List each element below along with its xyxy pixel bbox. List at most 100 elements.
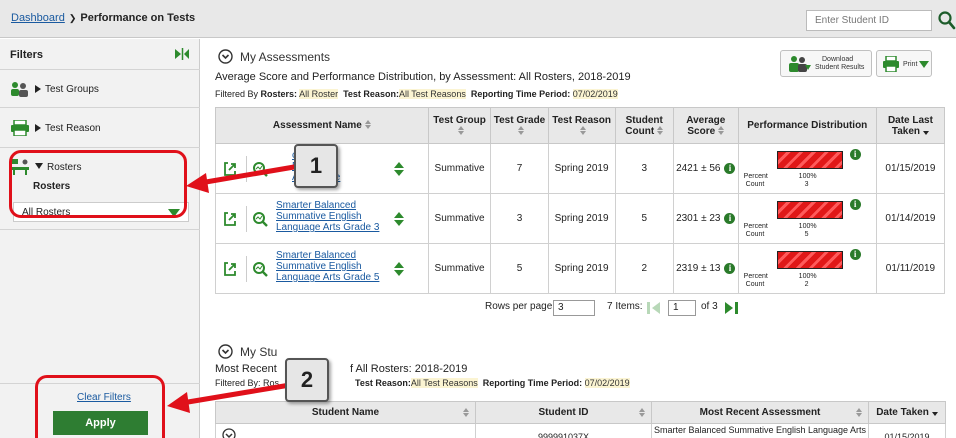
- count-value: 2: [804, 280, 809, 288]
- divider: [246, 256, 247, 282]
- sort-icon: [463, 408, 469, 418]
- percent-label: Percent: [743, 272, 768, 280]
- column-label: Assessment Name: [272, 120, 362, 131]
- most-recent-assessment-cell[interactable]: Smarter Balanced Summative English Langu…: [651, 423, 869, 438]
- reorder-icon[interactable]: [394, 162, 404, 176]
- column-label: Most Recent Assessment: [699, 407, 821, 418]
- printer-icon: [11, 120, 29, 136]
- section-label-test-reason: Test Reason: [45, 123, 101, 134]
- filter-key: Test Reason:: [343, 89, 399, 99]
- collapse-row-icon[interactable]: [222, 428, 236, 438]
- column-header-performance-distribution: Performance Distribution: [737, 107, 877, 144]
- magnifier-icon[interactable]: [252, 161, 268, 177]
- column-label: Date Taken: [876, 407, 929, 418]
- collapse-section-icon[interactable]: [218, 49, 233, 64]
- search-icon[interactable]: [936, 9, 956, 31]
- info-icon[interactable]: i: [849, 198, 861, 210]
- test-group-cell: Summative: [427, 193, 492, 244]
- next-page-icon[interactable]: [723, 300, 739, 316]
- magnifier-icon[interactable]: [252, 261, 268, 277]
- column-header-student-id[interactable]: Student ID: [475, 401, 652, 424]
- info-icon[interactable]: i: [849, 248, 861, 260]
- column-header-date-last-taken[interactable]: Date Last Taken: [875, 107, 946, 144]
- rows-per-page-label: Rows per page:: [485, 301, 556, 312]
- percent-value: 100%: [798, 222, 817, 230]
- test-group-cell: Summative: [427, 243, 492, 294]
- test-reason-cell: Spring 2019: [547, 143, 616, 194]
- count-label: Count: [745, 280, 765, 288]
- download-student-results-button[interactable]: Download Student Results: [780, 50, 872, 77]
- expand-icon: [35, 85, 41, 93]
- people-icon: [11, 82, 28, 97]
- print-button[interactable]: Print: [876, 50, 932, 77]
- test-group-cell: Summative: [427, 143, 492, 194]
- assessment-name-cell: Smarter Balanced Summative English Langu…: [215, 243, 429, 294]
- performance-distribution-cell: i Percent 100% Count 2: [737, 243, 877, 294]
- reorder-icon[interactable]: [394, 212, 404, 226]
- column-header-student-count[interactable]: Student Count: [614, 107, 674, 144]
- column-header-assessment-name[interactable]: Assessment Name: [215, 107, 429, 144]
- info-icon[interactable]: i: [849, 148, 861, 160]
- filter-section-test-groups[interactable]: Test Groups: [0, 70, 200, 108]
- callout-highlight-apply: [35, 375, 165, 438]
- print-label: Print: [903, 61, 918, 68]
- assessments-subtitle: Average Score and Performance Distributi…: [215, 71, 631, 83]
- date-last-taken-cell: 01/14/2019: [875, 193, 946, 244]
- filter-value: All Test Reasons: [410, 378, 478, 388]
- assessments-table: Assessment Name Test Group Test Grade Te…: [215, 107, 946, 294]
- collapse-section-icon[interactable]: [218, 344, 233, 359]
- rows-per-page-input[interactable]: 3: [553, 300, 595, 316]
- student-count-cell: 3: [614, 143, 674, 194]
- breadcrumb-separator-icon: ❯: [68, 13, 77, 23]
- count-value: 3: [804, 180, 809, 188]
- assessment-name-link[interactable]: Smarter Balanced Summative English Langu…: [276, 250, 386, 283]
- column-header-most-recent-assessment[interactable]: Most Recent Assessment: [651, 401, 869, 424]
- assessment-name-cell: Smarter Balanced Summative English Langu…: [215, 193, 429, 244]
- column-header-test-reason[interactable]: Test Reason: [547, 107, 616, 144]
- section-label-test-groups: Test Groups: [45, 84, 99, 95]
- sort-desc-icon: [923, 126, 929, 136]
- date-taken-cell: 01/15/2019: [868, 423, 946, 438]
- table-row: 999991037X Smarter Balanced Summative En…: [215, 423, 946, 438]
- sort-icon: [639, 408, 645, 418]
- student-name-cell: [215, 423, 476, 438]
- students-subtitle-left: Most Recent: [215, 363, 277, 375]
- sort-icon: [458, 126, 464, 136]
- performance-bar: [776, 150, 843, 169]
- performance-bar: [776, 200, 843, 219]
- export-icon[interactable]: [222, 161, 238, 177]
- info-icon[interactable]: i: [724, 162, 736, 174]
- column-header-student-name[interactable]: Student Name: [215, 401, 476, 424]
- top-bar: Dashboard ❯ Performance on Tests: [0, 0, 956, 38]
- table-header-row: Assessment Name Test Group Test Grade Te…: [215, 107, 946, 144]
- export-icon[interactable]: [222, 211, 238, 227]
- column-header-date-taken[interactable]: Date Taken: [868, 401, 946, 424]
- percent-value: 100%: [798, 272, 817, 280]
- magnifier-icon[interactable]: [252, 211, 268, 227]
- percent-value: 100%: [798, 172, 817, 180]
- student-id-input[interactable]: [806, 10, 932, 31]
- breadcrumb-dashboard-link[interactable]: Dashboard: [11, 12, 65, 24]
- column-header-average-score[interactable]: Average Score: [672, 107, 739, 144]
- student-id-cell: 999991037X: [475, 423, 652, 438]
- performance-distribution-cell: i Percent 100% Count 3: [737, 143, 877, 194]
- column-header-test-grade[interactable]: Test Grade: [490, 107, 549, 144]
- assessment-name-link[interactable]: Smarter Balanced Summative English Langu…: [276, 200, 386, 233]
- students-title: My Stu: [240, 345, 278, 359]
- students-table: Student Name Student ID Most Recent Asse…: [215, 401, 946, 438]
- column-header-test-group[interactable]: Test Group: [427, 107, 492, 144]
- collapse-panel-icon[interactable]: [174, 48, 190, 60]
- assessments-title: My Assessments: [240, 50, 331, 64]
- reorder-icon[interactable]: [394, 262, 404, 276]
- previous-page-icon[interactable]: [646, 300, 662, 316]
- filter-prefix: Filtered By: [215, 89, 259, 99]
- filter-section-test-reason[interactable]: Test Reason: [0, 108, 200, 148]
- callout-highlight-rosters: [9, 150, 187, 218]
- page-number-input[interactable]: 1: [668, 300, 696, 316]
- info-icon[interactable]: i: [724, 262, 736, 274]
- column-label: Performance Distribution: [747, 120, 868, 131]
- export-icon[interactable]: [222, 261, 238, 277]
- divider: [246, 206, 247, 232]
- percent-label: Percent: [743, 222, 768, 230]
- info-icon[interactable]: i: [724, 212, 736, 224]
